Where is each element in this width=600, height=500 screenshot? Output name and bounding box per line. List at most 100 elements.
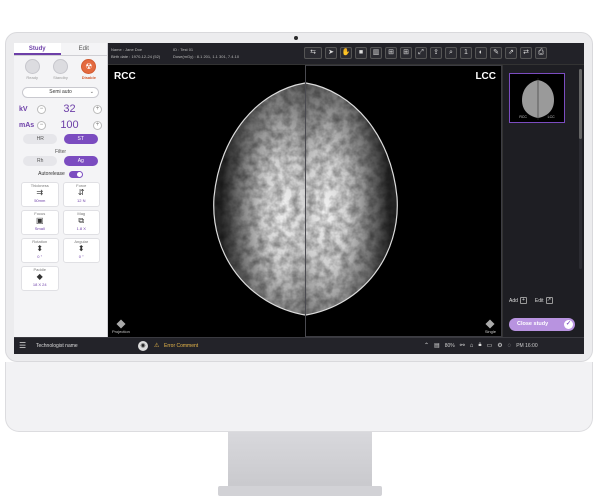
headset-icon[interactable]: ◉ bbox=[138, 341, 148, 351]
single-view-control[interactable]: Single bbox=[485, 319, 496, 334]
actual-size-icon[interactable]: 1 bbox=[460, 47, 472, 59]
technologist-name[interactable]: Technologist name bbox=[36, 343, 78, 349]
print-icon[interactable]: ⎙ bbox=[535, 47, 547, 59]
resolution-toggle: HR ST bbox=[14, 133, 107, 146]
paddle-card[interactable]: Paddle ◆ 18 X 24 bbox=[21, 266, 59, 291]
battery-icon: ▭ bbox=[486, 343, 493, 349]
edit-button[interactable]: Edit ↗ bbox=[535, 297, 553, 304]
standby-icon bbox=[52, 59, 68, 74]
force-card[interactable]: Force ⇵ 12 N bbox=[62, 182, 100, 207]
autorelease-row: Autorelease bbox=[14, 168, 107, 180]
thumb-label-right: LCC bbox=[547, 115, 555, 119]
add-button[interactable]: Add + bbox=[509, 297, 527, 304]
projection-control[interactable]: Projection bbox=[112, 319, 130, 334]
chevron-down-icon: ⌄ bbox=[89, 89, 94, 95]
sync-icon[interactable]: ⇄ bbox=[520, 47, 532, 59]
settings-icon[interactable]: ⚙ bbox=[497, 342, 502, 349]
mas-decrease-button[interactable]: − bbox=[37, 120, 46, 130]
storage-icon: ▤ bbox=[434, 343, 440, 349]
webcam bbox=[294, 36, 298, 40]
view-divider bbox=[305, 65, 306, 337]
plus-icon: + bbox=[519, 297, 527, 304]
invert-icon[interactable]: ◐ bbox=[475, 47, 487, 59]
grid-layout-icon[interactable]: ⊞ bbox=[400, 47, 412, 59]
close-study-label: Close study bbox=[517, 321, 549, 327]
annotate-icon[interactable]: ✎ bbox=[490, 47, 502, 59]
parameter-grid: Thickness ⇉ 50mm Force ⇵ 12 N Focus ▣ Sm… bbox=[14, 180, 107, 291]
exposure-mode-select[interactable]: Semi auto ⌄ bbox=[22, 87, 99, 98]
stage: Study Edit Ready Standby ☢ Disable Semi bbox=[0, 0, 600, 500]
folder-icon[interactable]: ⌂ bbox=[470, 343, 474, 349]
pointer-icon[interactable]: ➤ bbox=[325, 47, 337, 59]
screen: Study Edit Ready Standby ☢ Disable Semi bbox=[14, 43, 584, 354]
edit-icon: ↗ bbox=[545, 297, 553, 304]
scrollbar-thumb[interactable] bbox=[579, 69, 582, 139]
ready-icon bbox=[24, 59, 40, 74]
hr-button[interactable]: HR bbox=[23, 134, 58, 144]
study-info: ID : Test 01 Dose(mGy) : 8.1 201, 1.1 30… bbox=[173, 46, 239, 60]
kv-control: kV − 32 + bbox=[14, 101, 107, 117]
notification-icon[interactable]: ◌ bbox=[508, 343, 512, 349]
panel-tabs: Study Edit bbox=[14, 43, 107, 56]
kv-decrease-button[interactable]: − bbox=[37, 104, 46, 114]
menu-icon[interactable]: ☰ bbox=[19, 341, 26, 350]
kv-increase-button[interactable]: + bbox=[93, 104, 102, 114]
fit-screen-icon[interactable]: ⤢ bbox=[415, 47, 427, 59]
focus-card[interactable]: Focus ▣ Small bbox=[21, 210, 59, 235]
mag-card[interactable]: Mag ⧉ 1.8 X bbox=[62, 210, 100, 235]
edit-label: Edit bbox=[534, 297, 544, 304]
thickness-value: 50mm bbox=[34, 198, 46, 203]
filter-rh-button[interactable]: Rh bbox=[23, 156, 58, 166]
st-button[interactable]: ST bbox=[63, 134, 98, 144]
rotation-card[interactable]: Rotation ⬍ 0 ° bbox=[21, 238, 59, 263]
cube-icon bbox=[116, 319, 126, 329]
patient-birth-date: Birth date : 1970-12-24 (52) bbox=[111, 54, 161, 59]
mode-disable-label: Disable bbox=[81, 75, 96, 80]
mas-value: 100 bbox=[60, 119, 79, 131]
thickness-card[interactable]: Thickness ⇉ 50mm bbox=[21, 182, 59, 207]
autorelease-switch[interactable] bbox=[68, 170, 83, 178]
monitor-chin bbox=[5, 362, 593, 432]
view-label-left: RCC bbox=[114, 71, 136, 82]
thickness-icon: ⇉ bbox=[36, 188, 44, 197]
zoom-icon[interactable]: ⌕ bbox=[445, 47, 457, 59]
close-study-button[interactable]: Close study ✓ bbox=[509, 318, 575, 331]
expand-icon[interactable]: ⌃ bbox=[424, 342, 429, 349]
share-icon[interactable]: ⇗ bbox=[505, 47, 517, 59]
export-icon[interactable]: ⇪ bbox=[430, 47, 442, 59]
filter-ag-button[interactable]: Ag bbox=[63, 156, 98, 166]
patient-name: Name : Jane Doe bbox=[111, 47, 143, 52]
two-up-layout-icon[interactable]: ▥ bbox=[370, 47, 382, 59]
thumbnail-actions: Add + Edit ↗ bbox=[509, 297, 553, 304]
focus-icon: ▣ bbox=[35, 216, 44, 225]
mode-ready-label: Ready bbox=[26, 75, 38, 80]
exposure-mode-value: Semi auto bbox=[49, 89, 72, 95]
tab-study[interactable]: Study bbox=[14, 43, 61, 55]
autorelease-label: Autorelease bbox=[38, 171, 65, 177]
projection-label: Projection bbox=[112, 329, 130, 334]
network-icon: ⚯ bbox=[459, 343, 465, 349]
four-up-layout-icon[interactable]: ⊞ bbox=[385, 47, 397, 59]
error-comment[interactable]: Error Comment bbox=[164, 343, 198, 349]
angular-card[interactable]: Angular ⬍ 0 ° bbox=[62, 238, 100, 263]
mas-increase-button[interactable]: + bbox=[93, 120, 102, 130]
top-bar: Name : Jane Doe Birth date : 1970-12-24 … bbox=[108, 43, 584, 65]
mode-standby-label: Standby bbox=[53, 75, 68, 80]
thumbnail-panel: RCC LCC Add + Edit ↗ Close study ✓ bbox=[502, 65, 584, 337]
tab-edit[interactable]: Edit bbox=[61, 43, 108, 55]
image-viewer[interactable]: RCC LCC Projection Single bbox=[108, 65, 502, 337]
pan-hand-icon[interactable]: ✋ bbox=[340, 47, 352, 59]
radiation-icon: ☢ bbox=[81, 59, 97, 74]
mode-standby[interactable]: Standby bbox=[48, 59, 72, 84]
paddle-value: 18 X 24 bbox=[32, 282, 47, 287]
layout-toggle-icon[interactable]: ⇆ bbox=[304, 47, 322, 59]
mode-disable[interactable]: ☢ Disable bbox=[77, 59, 101, 84]
thumbnail-scrollbar[interactable] bbox=[579, 69, 582, 269]
kv-value: 32 bbox=[63, 103, 76, 115]
warning-icon: ⚠ bbox=[154, 343, 160, 349]
filter-toggle: Rh Ag bbox=[14, 155, 107, 168]
paddle-icon: ◆ bbox=[36, 272, 43, 281]
single-layout-icon[interactable]: ■ bbox=[355, 47, 367, 59]
thumb-label-left: RCC bbox=[519, 115, 527, 119]
mode-ready[interactable]: Ready bbox=[20, 59, 44, 84]
